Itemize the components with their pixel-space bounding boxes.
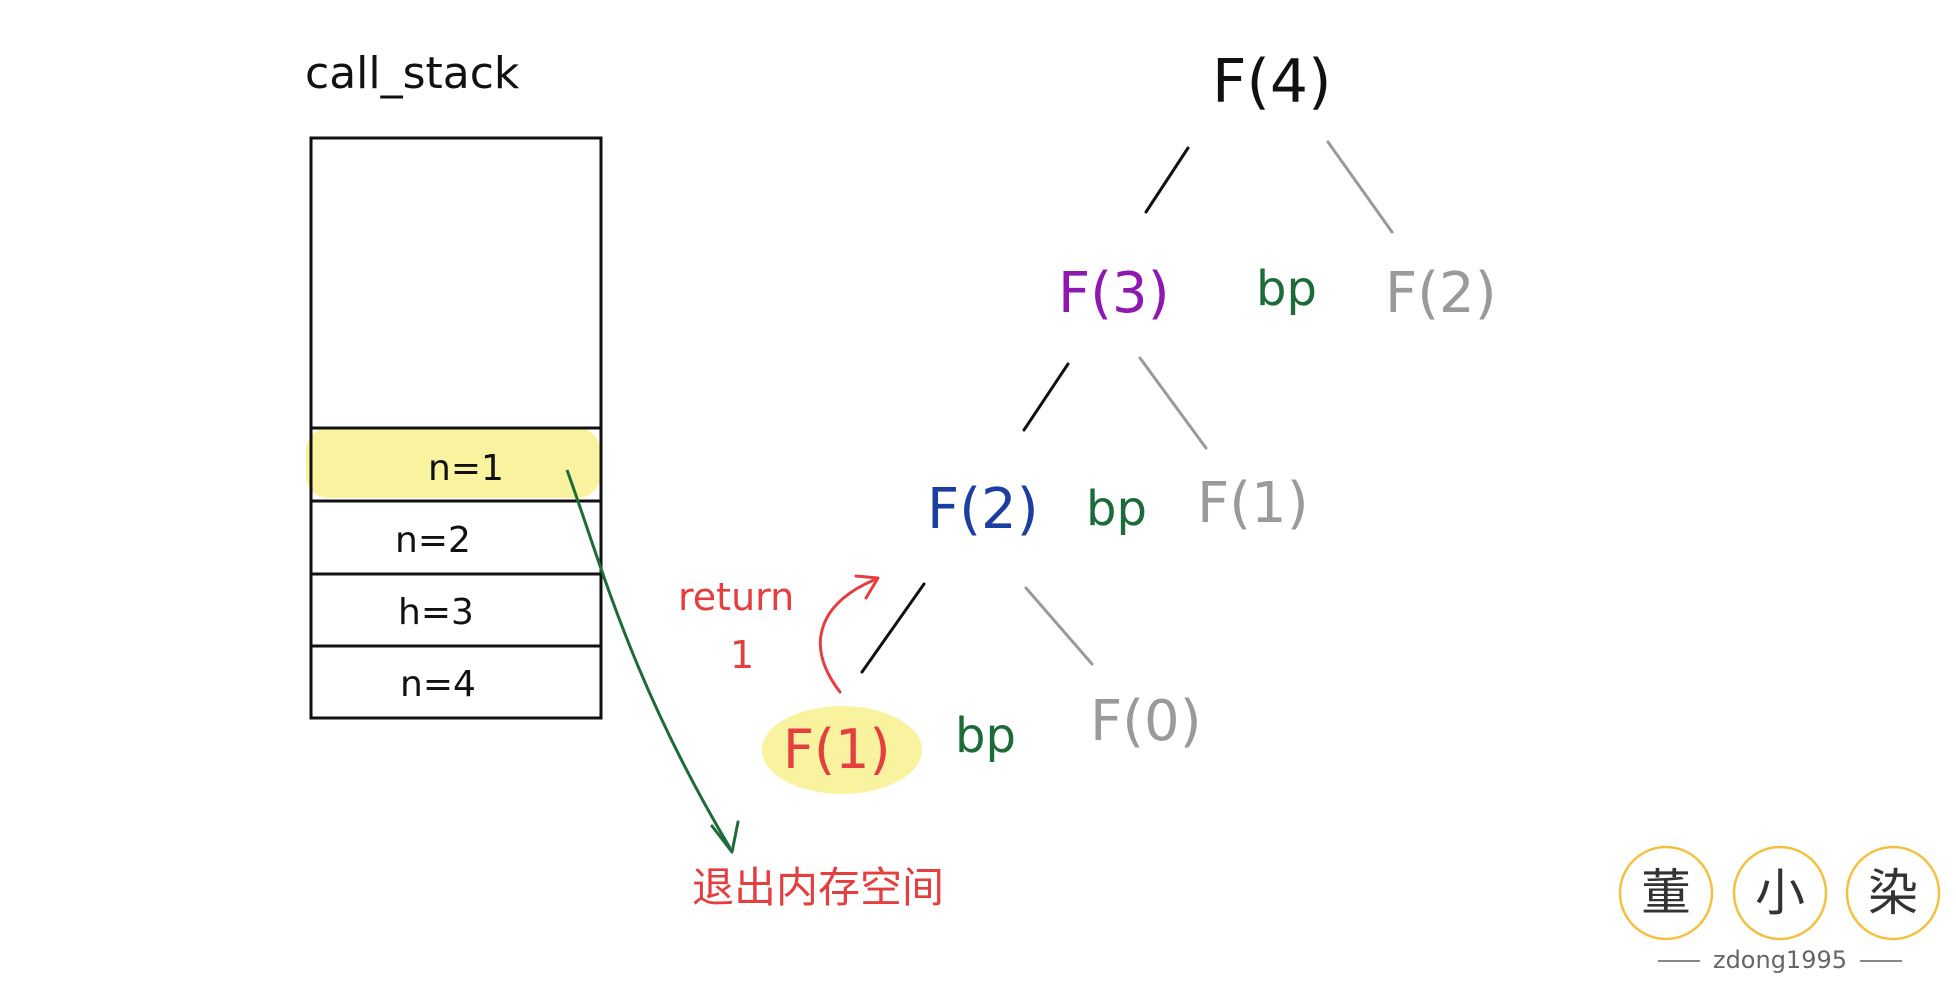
return-value: 1 xyxy=(730,633,754,677)
edge-f2-f1 xyxy=(860,582,926,674)
node-f3: F(3) xyxy=(1058,261,1170,326)
edge-f4-f2 xyxy=(1326,140,1394,234)
edge-f4-f3 xyxy=(1144,146,1190,214)
edge-f2-f0 xyxy=(1024,586,1094,666)
node-f2: F(2) xyxy=(927,477,1039,542)
edge-f3-f2 xyxy=(1022,362,1070,432)
node-f2-pruned: F(2) xyxy=(1385,261,1497,326)
stamp-char-2: 小 xyxy=(1755,864,1805,922)
stack-frame-n2: n=2 xyxy=(395,520,471,561)
return-label: return xyxy=(678,575,794,619)
stack-frame-n4: n=4 xyxy=(400,664,476,705)
node-f1-current: F(1) xyxy=(783,718,891,781)
node-f0: F(0) xyxy=(1090,689,1202,754)
watermark-stamp: 董 小 染 zdong1995 xyxy=(1618,845,1941,974)
exit-arrow-line xyxy=(565,469,732,849)
bp-label-level1: bp xyxy=(1256,261,1317,317)
node-f4: F(4) xyxy=(1212,47,1332,117)
stamp-char-1: 董 xyxy=(1641,864,1691,922)
author-handle: zdong1995 xyxy=(1713,946,1847,974)
stack-frame-n1: n=1 xyxy=(428,448,504,489)
exit-memory-label: 退出内存空间 xyxy=(692,863,944,912)
bp-label-level2: bp xyxy=(1086,481,1147,537)
bp-label-level3: bp xyxy=(955,708,1016,764)
node-f1-pruned: F(1) xyxy=(1197,471,1309,536)
call-stack-title: call_stack xyxy=(305,48,520,99)
recursion-call-stack-diagram: call_stack n=1 n=2 h=3 n=4 退出内存空间 F(4) F… xyxy=(305,47,1941,974)
stamp-char-3: 染 xyxy=(1868,864,1918,922)
stack-frame-n3: h=3 xyxy=(398,592,474,633)
edge-f3-f1 xyxy=(1138,356,1208,450)
